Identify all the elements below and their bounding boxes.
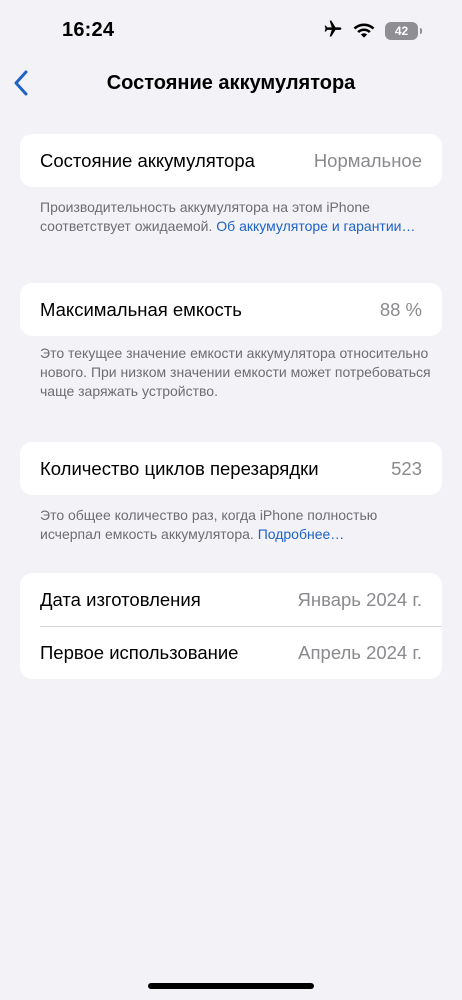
battery-warranty-link[interactable]: Об аккумуляторе и гарантии…	[216, 218, 415, 234]
max-capacity-group: Максимальная емкость 88 %	[20, 283, 442, 336]
airplane-icon	[323, 19, 343, 44]
cycle-count-group: Количество циклов перезарядки 523	[20, 442, 442, 495]
first-use-label: Первое использование	[40, 641, 239, 663]
battery-level: 42	[394, 24, 409, 38]
row-divider	[40, 626, 442, 627]
battery-icon: 42	[385, 22, 422, 40]
battery-health-screen: 16:24 42 Состояние аккумулятора Состояни…	[0, 0, 462, 1000]
battery-health-group: Состояние аккумулятора Нормальное	[20, 134, 442, 187]
navigation-bar: Состояние аккумулятора	[0, 62, 462, 108]
manufacture-date-value: Январь 2024 г.	[297, 588, 422, 610]
cycle-count-more-link[interactable]: Подробнее…	[258, 526, 345, 542]
max-capacity-footnote-text: Это текущее значение емкости аккумулятор…	[40, 345, 431, 399]
home-indicator[interactable]	[148, 983, 314, 989]
battery-health-label: Состояние аккумулятора	[40, 149, 255, 171]
battery-health-footnote: Производительность аккумулятора на этом …	[40, 198, 432, 236]
battery-health-row: Состояние аккумулятора Нормальное	[20, 134, 442, 187]
cycle-count-footnote: Это общее количество раз, когда iPhone п…	[40, 506, 432, 544]
manufacture-date-row: Дата изготовления Январь 2024 г.	[20, 573, 442, 626]
battery-health-value: Нормальное	[313, 149, 422, 171]
max-capacity-footnote: Это текущее значение емкости аккумулятор…	[40, 344, 432, 401]
max-capacity-value: 88 %	[379, 298, 422, 320]
status-time: 16:24	[62, 19, 115, 41]
cycle-count-label: Количество циклов перезарядки	[40, 457, 319, 479]
cycle-count-value: 523	[391, 457, 422, 479]
wifi-icon	[353, 20, 375, 43]
status-icons: 42	[323, 19, 422, 44]
max-capacity-label: Максимальная емкость	[40, 298, 242, 320]
first-use-row: Первое использование Апрель 2024 г.	[20, 626, 442, 679]
first-use-value: Апрель 2024 г.	[298, 641, 422, 663]
battery-cap	[420, 28, 422, 34]
status-bar: 16:24 42	[0, 0, 462, 62]
dates-group: Дата изготовления Январь 2024 г. Первое …	[20, 573, 442, 679]
page-title: Состояние аккумулятора	[106, 72, 356, 94]
cycle-count-row: Количество циклов перезарядки 523	[20, 442, 442, 495]
manufacture-date-label: Дата изготовления	[40, 588, 201, 610]
max-capacity-row: Максимальная емкость 88 %	[20, 283, 442, 336]
